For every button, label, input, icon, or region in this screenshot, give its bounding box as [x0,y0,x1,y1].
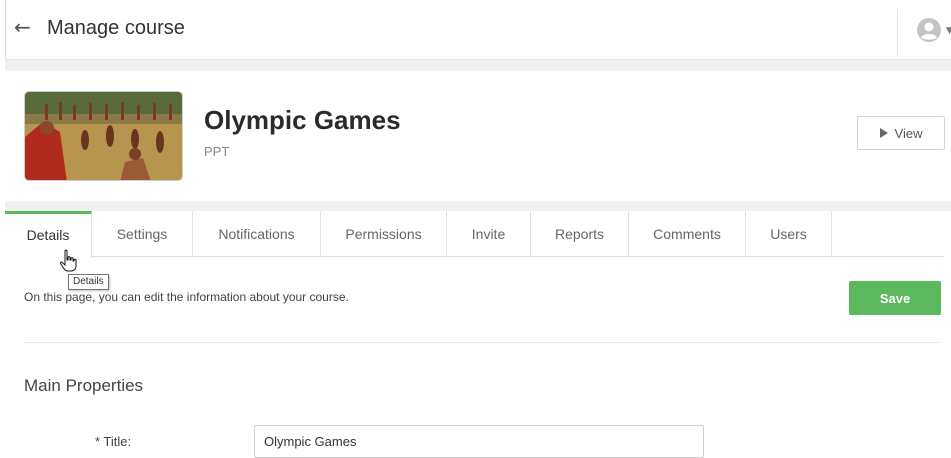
page-title: Manage course [47,17,185,39]
tab-notifications[interactable]: Notifications [193,211,321,257]
tab-bar: Details Settings Notifications Permissio… [5,211,944,258]
back-arrow-icon[interactable]: ← [14,17,31,37]
view-button-label: View [894,125,923,141]
play-icon [879,128,888,138]
chevron-down-icon[interactable]: ▼ [946,26,951,36]
manage-course-page: ← Manage course ▼ Olympic Games PPT View… [0,0,951,458]
top-bar: ← Manage course ▼ [5,0,951,60]
user-avatar-icon[interactable] [916,17,942,43]
separator-band [5,60,951,71]
tab-invite[interactable]: Invite [447,211,531,257]
section-title: Main Properties [24,376,144,395]
topbar-divider [897,10,898,56]
course-thumbnail [24,91,183,181]
title-field-label: * Title: [95,434,132,449]
hand-cursor-icon [59,249,77,272]
tab-panel: Details Settings Notifications Permissio… [5,211,951,458]
tab-permissions[interactable]: Permissions [321,211,447,257]
course-title: Olympic Games [204,105,401,135]
tab-reports[interactable]: Reports [531,211,629,257]
title-input[interactable] [254,425,704,458]
tab-comments[interactable]: Comments [629,211,746,257]
divider [24,342,940,343]
tooltip: Details [68,274,109,290]
separator-band [5,201,951,211]
course-header: Olympic Games PPT View [5,71,951,201]
course-type: PPT [204,144,230,159]
page-description: On this page, you can edit the informati… [24,290,349,304]
view-button[interactable]: View [857,116,945,150]
tab-settings[interactable]: Settings [92,211,193,257]
save-button[interactable]: Save [849,281,941,315]
tab-users[interactable]: Users [746,211,832,257]
